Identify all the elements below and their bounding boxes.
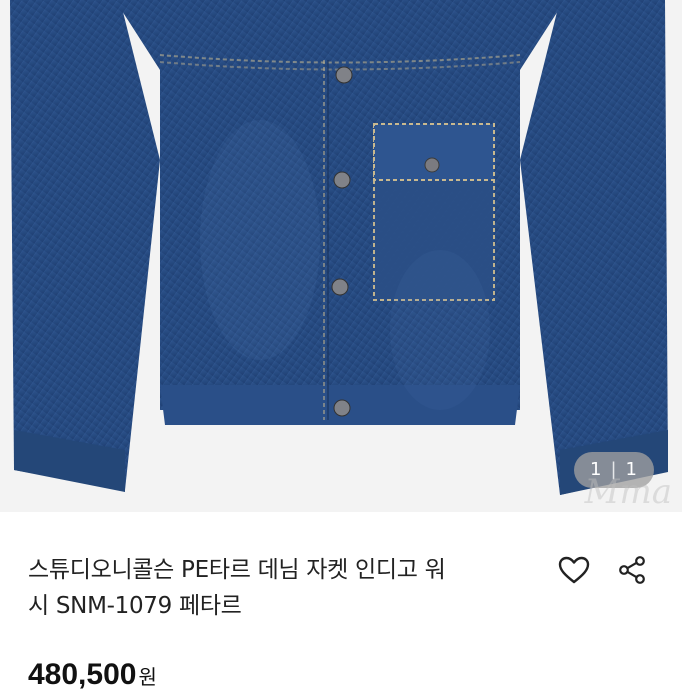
product-price: 480,500 원: [28, 658, 157, 692]
product-title-line2: 시 SNM-1079 페타르: [28, 593, 242, 619]
heart-icon: [558, 556, 590, 584]
product-title-line1: 스튜디오니콜슨 PE타르 데님 자켓 인디고 워: [28, 557, 446, 583]
wishlist-button[interactable]: [554, 552, 594, 588]
product-info: 스튜디오니콜슨 PE타르 데님 자켓 인디고 워 시 SNM-1079 페타르 …: [0, 512, 682, 691]
price-currency: 원: [138, 667, 157, 689]
price-value: 480,500: [28, 658, 137, 691]
denim-jacket-image: [0, 0, 682, 512]
share-icon: [619, 556, 645, 584]
product-title: 스튜디오니콜슨 PE타르 데님 자켓 인디고 워 시 SNM-1079 페타르: [28, 552, 548, 624]
watermark: Mma: [584, 472, 672, 512]
product-image[interactable]: 1 | 1 Mma: [0, 0, 682, 512]
product-actions: [554, 552, 652, 588]
share-button[interactable]: [612, 552, 652, 588]
